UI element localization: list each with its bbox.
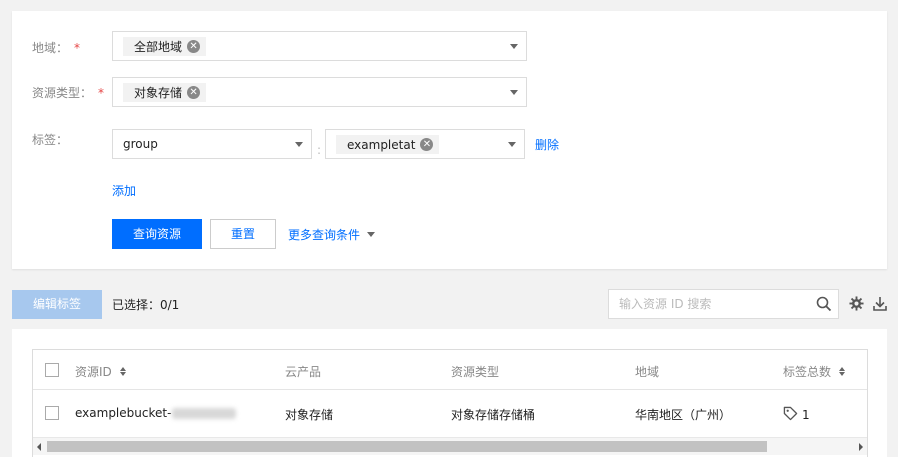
column-header-product: 云产品 <box>285 363 321 380</box>
tag-value-select[interactable]: exampletat ✕ <box>325 129 525 159</box>
required-mark: * <box>98 86 105 100</box>
region-chip-label: 全部地域 <box>134 40 183 54</box>
select-all-checkbox[interactable] <box>45 363 59 377</box>
query-button[interactable]: 查询资源 <box>112 219 202 249</box>
filter-panel: 地域： * 全部地域 ✕ 资源类型： * 对象存储 ✕ 标签： group : ex… <box>12 11 887 269</box>
scroll-left-arrow-icon[interactable] <box>37 443 41 451</box>
dropdown-arrow-icon[interactable] <box>508 142 516 147</box>
column-header-label: 资源类型 <box>451 365 500 379</box>
column-header-resource-type: 资源类型 <box>451 363 499 380</box>
horizontal-scrollbar[interactable] <box>33 437 867 455</box>
tag-value-chip-label: exampletat <box>347 137 416 152</box>
reset-button[interactable]: 重置 <box>210 219 276 249</box>
region-chip: 全部地域 ✕ <box>123 37 207 56</box>
region-select[interactable]: 全部地域 ✕ <box>112 31 527 61</box>
tag-key-select[interactable]: group <box>112 129 312 159</box>
resource-table-panel: 资源ID 云产品 资源类型 地域 标签总数 examplebucket- 对象存… <box>12 329 887 457</box>
column-header-region: 地域 <box>635 363 659 380</box>
search-input[interactable] <box>609 290 799 318</box>
table-header: 资源ID 云产品 资源类型 地域 标签总数 <box>33 350 867 390</box>
column-header-label: 资源ID <box>75 365 112 379</box>
dropdown-arrow-icon[interactable] <box>295 142 303 147</box>
more-conditions-label: 更多查询条件 <box>288 228 361 242</box>
region-label: 地域： * <box>32 39 80 56</box>
search-icon[interactable] <box>816 296 832 315</box>
chip-clear-icon[interactable]: ✕ <box>420 138 434 151</box>
selected-count: 已选择：0/1 <box>112 298 180 312</box>
chip-clear-icon[interactable]: ✕ <box>187 40 201 53</box>
resource-table: 资源ID 云产品 资源类型 地域 标签总数 examplebucket- 对象存… <box>32 349 868 457</box>
resource-type-chip-label: 对象存储 <box>134 86 183 100</box>
gear-icon[interactable] <box>849 296 864 314</box>
scroll-right-arrow-icon[interactable] <box>859 443 863 451</box>
tag-value-chip: exampletat ✕ <box>336 135 440 154</box>
row-checkbox[interactable] <box>45 406 59 420</box>
caret-down-icon <box>367 232 376 237</box>
sort-icon[interactable] <box>839 367 846 376</box>
resource-type-select[interactable]: 对象存储 ✕ <box>112 77 527 107</box>
resource-id-text: examplebucket- <box>75 406 172 420</box>
region-label-text: 地域： <box>32 41 69 55</box>
download-icon[interactable] <box>873 296 887 314</box>
search-field[interactable] <box>608 289 839 319</box>
more-conditions-link[interactable]: 更多查询条件 <box>288 226 376 243</box>
tag-icon <box>783 406 798 424</box>
resource-type-label: 资源类型： * <box>32 84 104 101</box>
resource-type-label-text: 资源类型： <box>32 86 93 100</box>
edit-tags-button[interactable]: 编辑标签 <box>12 290 102 319</box>
column-header-resource-id[interactable]: 资源ID <box>75 363 126 380</box>
product-cell: 对象存储 <box>285 408 334 422</box>
column-header-label: 标签总数 <box>783 365 832 379</box>
resource-type-chip: 对象存储 ✕ <box>123 83 207 102</box>
dropdown-arrow-icon[interactable] <box>510 44 518 49</box>
resource-id-cell: examplebucket- <box>75 406 237 420</box>
column-header-tag-count[interactable]: 标签总数 <box>783 363 846 380</box>
column-header-label: 地域 <box>635 365 660 379</box>
tag-key-value: group <box>123 137 158 151</box>
tag-count-value: 1 <box>802 408 810 422</box>
column-header-label: 云产品 <box>285 365 322 379</box>
sort-icon[interactable] <box>119 367 126 376</box>
resource-type-cell: 对象存储存储桶 <box>451 408 536 422</box>
add-tag-link[interactable]: 添加 <box>112 182 136 199</box>
required-mark: * <box>74 41 81 55</box>
delete-tag-link[interactable]: 删除 <box>535 136 559 153</box>
redacted-id <box>172 407 237 419</box>
tag-separator: : <box>317 143 322 157</box>
dropdown-arrow-icon[interactable] <box>510 90 518 95</box>
tag-label: 标签： <box>32 133 69 147</box>
tag-count-cell[interactable]: 1 <box>783 406 810 424</box>
scrollbar-thumb[interactable] <box>47 441 767 452</box>
region-cell: 华南地区（广州） <box>635 408 732 422</box>
chip-clear-icon[interactable]: ✕ <box>187 86 201 99</box>
